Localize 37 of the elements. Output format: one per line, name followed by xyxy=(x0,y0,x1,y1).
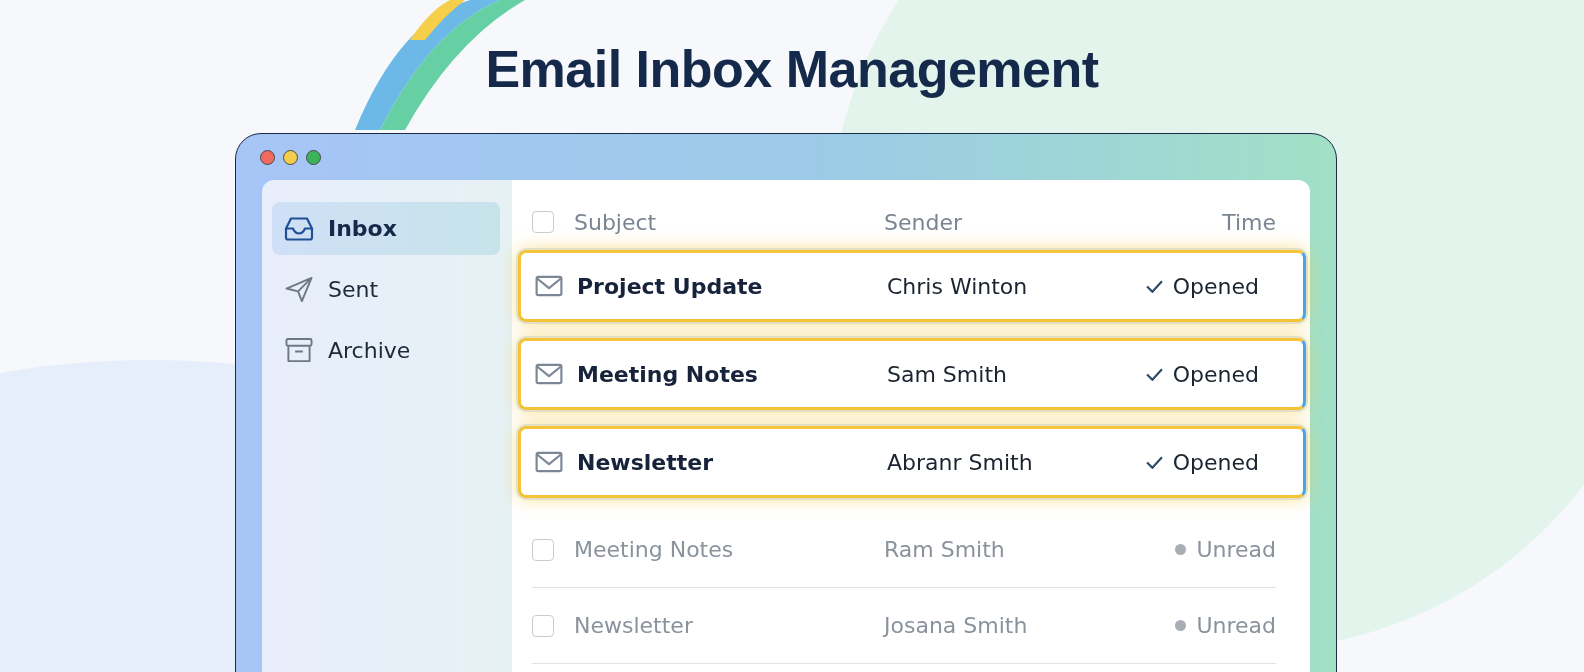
email-sender: Abranr Smith xyxy=(887,449,1034,475)
archive-box-icon xyxy=(284,337,314,364)
email-status: Unread xyxy=(1196,613,1276,638)
envelope-icon xyxy=(535,363,563,385)
sidebar-item[interactable]: Archive xyxy=(272,324,500,377)
envelope-icon xyxy=(535,451,563,473)
page-title: Email Inbox Management xyxy=(485,39,1099,100)
email-subject: Project Update xyxy=(577,273,764,299)
email-sender: Sam Smith xyxy=(887,361,1008,387)
email-sender: Ram Smith xyxy=(884,537,1006,562)
row-checkbox[interactable] xyxy=(532,538,554,561)
close-button[interactable] xyxy=(260,149,275,165)
envelope-icon xyxy=(535,275,563,297)
email-status: Opened xyxy=(1172,449,1259,475)
email-subject: Meeting Notes xyxy=(574,537,735,562)
email-sender: Chris Winton xyxy=(887,273,1029,299)
email-subject: Meeting Notes xyxy=(577,361,759,387)
email-sender: Josana Smith xyxy=(884,613,1029,638)
email-subject: Newsletter xyxy=(577,449,715,475)
minimize-button[interactable] xyxy=(283,149,298,165)
email-card[interactable]: Newsletter Abranr Smith Opened xyxy=(518,426,1306,498)
email-subject: Newsletter xyxy=(574,613,694,638)
select-all-checkbox[interactable] xyxy=(532,211,554,233)
maximize-button[interactable] xyxy=(306,149,321,165)
inbox-icon xyxy=(284,215,314,242)
email-status: Opened xyxy=(1172,273,1259,299)
sidebar-item[interactable]: Inbox xyxy=(272,202,500,255)
email-status: Unread xyxy=(1196,537,1276,562)
column-header: Subject xyxy=(574,209,658,235)
email-status: Opened xyxy=(1172,361,1259,387)
paper-plane-icon xyxy=(284,276,314,303)
email-card[interactable]: Project Update Chris Winton Opened xyxy=(518,250,1306,322)
column-header: Sender xyxy=(884,209,963,235)
column-header: Time xyxy=(1222,209,1276,235)
email-card[interactable]: Meeting Notes Sam Smith Opened xyxy=(518,338,1306,410)
row-checkbox[interactable] xyxy=(532,614,554,637)
sidebar-item[interactable]: Sent xyxy=(272,263,500,316)
